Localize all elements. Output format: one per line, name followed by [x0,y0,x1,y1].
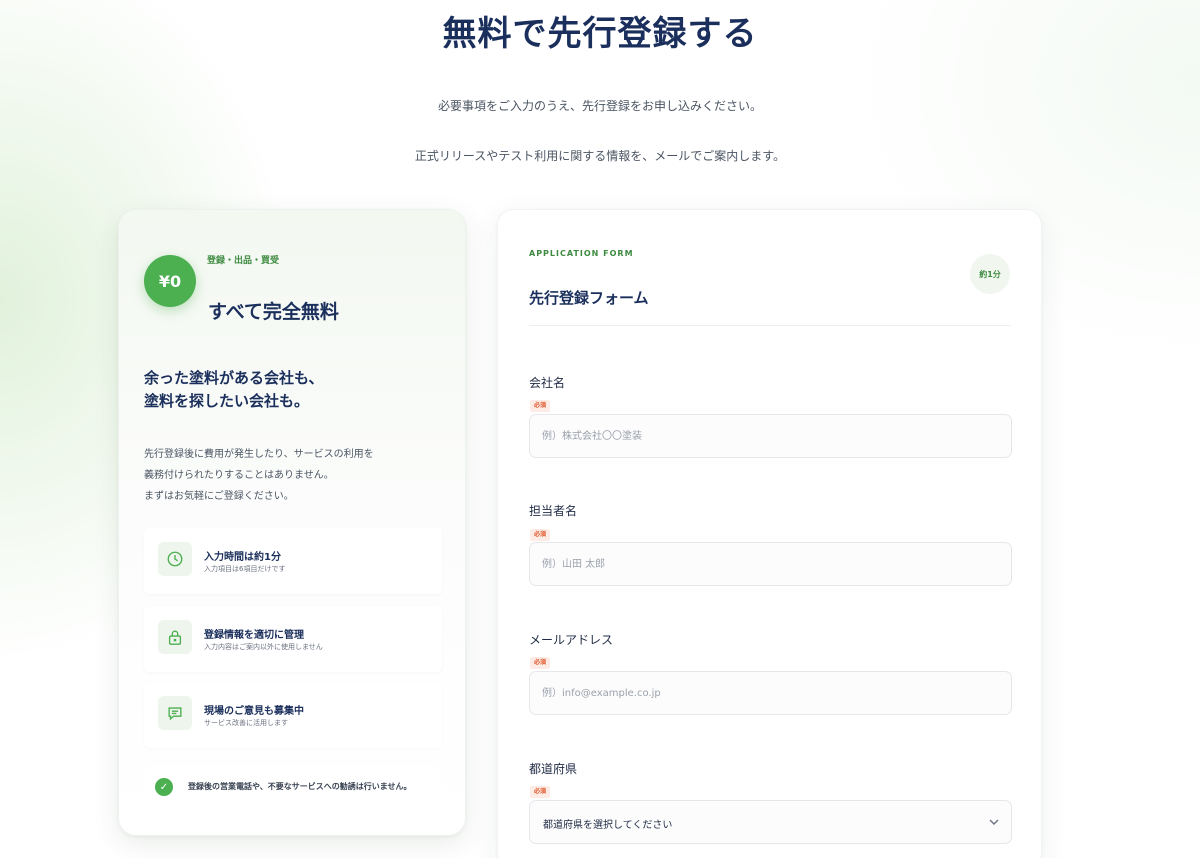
required-badge: 必須 [530,657,551,669]
free-eyebrow: 登録・出品・買受 [207,256,280,266]
feature-subtext: 入力内容はご案内以外に使用しません [204,643,323,651]
time-badge: 約1分 [970,254,1010,294]
free-info-card: ¥0 登録・出品・買受 すべて完全無料 余った塗料がある会社も、 塗料を探したい… [118,209,466,836]
email-input[interactable] [529,671,1012,715]
lead-text: 必要事項をご入力のうえ、先行登録をお申し込みください。 [437,99,762,113]
chevron-down-icon [989,819,999,825]
company-name-input[interactable] [529,414,1012,458]
feature-item: 登録情報を適切に管理 入力内容はご案内以外に使用しません [144,606,442,672]
clock-icon [158,542,192,576]
description-line: まずはお気軽にご登録ください。 [144,491,294,502]
company-name-label: 会社名 [529,376,566,390]
catch-line: 塗料を探したい会社も。 [144,392,310,410]
email-label: メールアドレス [529,633,614,647]
catch-line: 余った塗料がある会社も、 [144,369,324,387]
no-sales-note: ✓ 登録後の営業電話や、不要なサービスへの勧誘は行いません。 [144,766,442,806]
required-badge: 必須 [530,400,551,412]
prefecture-label: 都道府県 [529,762,578,776]
note-text: 登録後の営業電話や、不要なサービスへの勧誘は行いません。 [188,782,412,791]
lock-icon [158,620,192,654]
contact-name-input[interactable] [529,542,1012,586]
check-icon: ✓ [155,778,173,796]
page-title: 無料で先行登録する [442,14,758,54]
prefecture-select[interactable]: 都道府県を選択してください [529,800,1012,844]
feature-title: 登録情報を適切に管理 [204,630,304,641]
feature-title: 入力時間は約1分 [204,552,281,563]
contact-name-label: 担当者名 [529,504,578,518]
divider [529,325,1011,326]
catch-copy: 余った塗料がある会社も、 塗料を探したい会社も。 [144,367,324,413]
lead-text-secondary: 正式リリースやテスト利用に関する情報を、メールでご案内します。 [414,149,786,163]
feature-subtext: 入力項目は6項目だけです [204,565,286,573]
feature-title: 現場のご意見も募集中 [204,706,304,717]
feature-item: 入力時間は約1分 入力項目は6項目だけです [144,528,442,594]
prefecture-selected-value: 都道府県を選択してください [543,820,673,831]
required-badge: 必須 [530,786,551,798]
form-eyebrow: APPLICATION FORM [529,249,634,258]
feature-subtext: サービス改善に活用します [204,719,288,727]
description-line: 義務付けられたりすることはありません。 [144,470,334,481]
form-title: 先行登録フォーム [529,289,649,307]
free-description: 先行登録後に費用が発生したり、サービスの利用を 義務付けられたりすることはありま… [144,444,374,507]
description-line: 先行登録後に費用が発生したり、サービスの利用を [144,449,374,460]
registration-form-card: APPLICATION FORM 先行登録フォーム 約1分 会社名 必須 担当者… [497,209,1042,858]
chat-icon [158,696,192,730]
price-badge: ¥0 [144,255,196,307]
required-badge: 必須 [530,529,551,541]
free-title: すべて完全無料 [208,301,339,323]
feature-item: 現場のご意見も募集中 サービス改善に活用します [144,682,442,748]
